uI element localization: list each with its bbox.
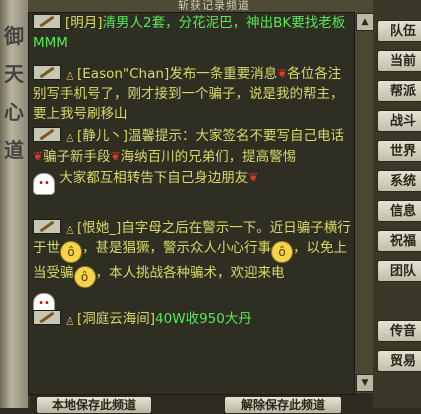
person-icon: ♙ <box>65 315 75 328</box>
chat-log[interactable]: [明月]清男人2套，分花泥巴，神出BK要找老板MMM ♙ [Eason"Chan]… <box>28 12 356 395</box>
smiley-icon: ô <box>60 241 82 263</box>
person-icon: ♙ <box>65 70 75 83</box>
rose-icon: ❦ <box>248 170 259 184</box>
sender-name[interactable]: [恨她_] <box>77 220 121 236</box>
channel-button-team[interactable]: 队伍 <box>377 20 421 42</box>
message-text: 骗子新手段 <box>43 149 111 165</box>
channel-button-guild[interactable]: 帮派 <box>377 80 421 102</box>
channel-button-world[interactable]: 世界 <box>377 140 421 162</box>
chat-scrollbar[interactable]: ▲ ▼ <box>354 12 374 393</box>
message-text: ，本人挑战各种骗术，欢迎来电 <box>95 265 285 281</box>
message-text: 40W收950大丹 <box>155 311 252 327</box>
calligraphy-char: 道 <box>4 138 24 162</box>
unsave-channel-button[interactable]: 解除保存此频道 <box>224 396 342 414</box>
channel-button-blessing[interactable]: 祝福 <box>377 230 421 252</box>
smiley-icon: ô <box>73 266 96 288</box>
person-icon: ♙ <box>65 224 75 237</box>
calligraphy-char: 天 <box>4 62 24 86</box>
rose-icon: ❦ <box>277 66 288 80</box>
sender-name[interactable]: [洞庭云海间] <box>77 311 155 327</box>
chat-message: ♙ [静儿丶]温馨提示：大家签名不要写自己电话❦骗子新手段❦海纳百川的兄弟们，提高… <box>33 126 351 195</box>
channel-button-whisper[interactable]: 传音 <box>377 320 421 342</box>
scroll-up-icon[interactable]: ▲ <box>356 13 374 31</box>
message-text: 发布一条重要消息 <box>169 66 278 82</box>
channel-button-group[interactable]: 团队 <box>377 260 421 282</box>
channel-button-bar: 队伍 当前 帮派 战斗 世界 系统 信息 祝福 团队 传音 贸易 <box>373 0 421 408</box>
rose-icon: ❦ <box>110 149 121 163</box>
item-link-icon[interactable] <box>33 65 61 80</box>
message-text: 海纳百川的兄弟们，提高警惕 <box>120 149 297 165</box>
scroll-down-icon[interactable]: ▼ <box>356 374 374 392</box>
save-channel-button[interactable]: 本地保存此频道 <box>36 396 152 414</box>
rose-icon: ❦ <box>33 149 44 163</box>
channel-button-system[interactable]: 系统 <box>377 170 421 192</box>
calligraphy-char: 心 <box>4 100 24 124</box>
ghost-icon: •• <box>33 173 55 195</box>
sender-name[interactable]: [明月] <box>65 15 103 31</box>
person-icon: ♙ <box>65 132 75 145</box>
channel-button-current[interactable]: 当前 <box>377 50 421 72</box>
item-link-icon[interactable] <box>33 310 61 325</box>
message-text: 大家都互相转告下自己身边朋友 <box>59 170 249 186</box>
chat-message: ♙ [Eason"Chan]发布一条重要消息❦各位各注别写手机号了，刚才接到一个骗… <box>33 63 351 124</box>
item-link-icon[interactable] <box>33 14 61 29</box>
sender-name[interactable]: [Eason"Chan] <box>77 66 169 82</box>
channel-button-info[interactable]: 信息 <box>377 200 421 222</box>
item-link-icon[interactable] <box>33 127 61 142</box>
message-text: 温馨提示：大家签名不要写自己电话 <box>128 128 345 144</box>
channel-button-battle[interactable]: 战斗 <box>377 110 421 132</box>
message-text: ，甚是猖獗，警示众人小心行事 <box>82 240 271 256</box>
channel-button-trade[interactable]: 贸易 <box>377 350 421 372</box>
item-link-icon[interactable] <box>33 219 61 234</box>
chat-message: [明月]清男人2套，分花泥巴，神出BK要找老板MMM <box>33 13 351 53</box>
chat-message: ♙ [恨她_]自字母之后在警示一下。近日骗子横行于世 ô ，甚是猖獗，警示众人小心行事… <box>33 218 351 315</box>
chat-message: ♙ [洞庭云海间]40W收950大丹 <box>33 309 351 329</box>
sender-name[interactable]: [静儿丶] <box>77 128 128 144</box>
calligraphy-char: 御 <box>4 24 24 48</box>
left-scroll-decoration: 御 天 心 道 <box>0 0 30 408</box>
smiley-icon: ô <box>271 241 293 263</box>
